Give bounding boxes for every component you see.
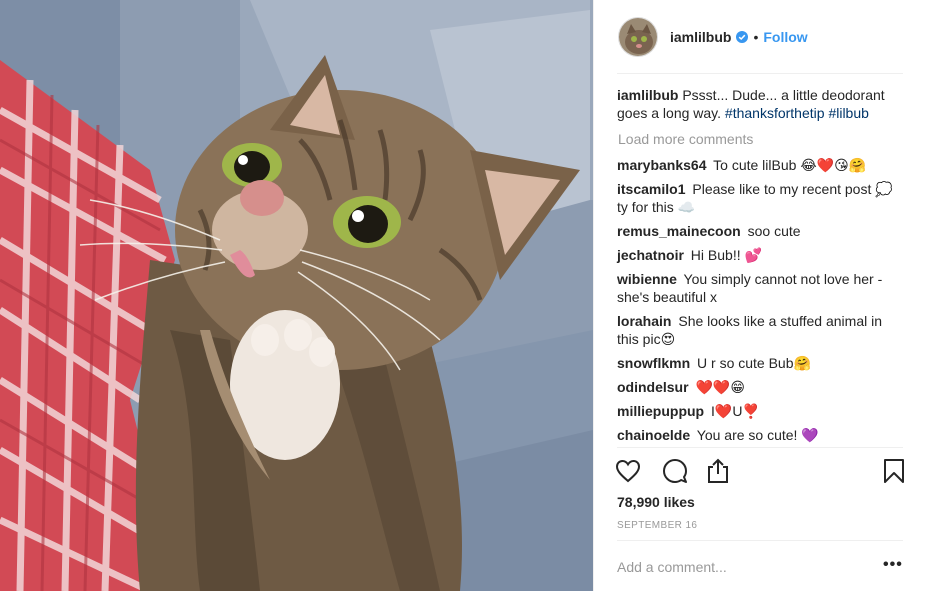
share-button[interactable]: [703, 456, 733, 486]
caption-username[interactable]: iamlilbub: [617, 87, 678, 103]
comment-username[interactable]: wibienne: [617, 271, 677, 287]
comments-section: iamlilbub Pssst... Dude... a little deod…: [617, 86, 907, 450]
post-photo[interactable]: [0, 0, 593, 591]
post-header: iamlilbub • Follow: [594, 0, 925, 73]
comment-item: lorahain She looks like a stuffed animal…: [617, 312, 907, 348]
save-button[interactable]: [879, 456, 909, 486]
avatar[interactable]: [618, 16, 658, 57]
comment-username[interactable]: remus_mainecoon: [617, 223, 741, 239]
actions-divider: [617, 447, 903, 448]
comment-button[interactable]: [660, 456, 690, 486]
post-caption: iamlilbub Pssst... Dude... a little deod…: [617, 86, 907, 122]
comment-item: marybanks64 To cute lilBub 😂❤️😘🤗: [617, 156, 907, 174]
comment-text: Hi Bub!! 💕: [690, 247, 762, 263]
comment-item: milliepuppup I❤️U❣️: [617, 402, 907, 420]
follow-button[interactable]: Follow: [763, 29, 807, 45]
comment-text: ❤️❤️😁: [695, 379, 745, 395]
share-icon: [708, 458, 728, 483]
comment-item: jechatnoir Hi Bub!! 💕: [617, 246, 907, 264]
comment-username[interactable]: marybanks64: [617, 157, 707, 173]
like-button[interactable]: [613, 456, 643, 486]
separator-dot: •: [753, 28, 759, 45]
add-comment-divider: [617, 540, 903, 541]
comment-item: itscamilo1 Please like to my recent post…: [617, 180, 907, 216]
likes-count[interactable]: 78,990 likes: [617, 494, 695, 510]
comment-item: chainoelde You are so cute! 💜: [617, 426, 907, 444]
header-divider: [617, 73, 903, 74]
post-date[interactable]: SEPTEMBER 16: [617, 520, 697, 531]
comment-username[interactable]: snowflkmn: [617, 355, 690, 371]
comment-text: U r so cute Bub🤗: [697, 355, 811, 371]
comment-icon: [663, 459, 687, 483]
comment-item: odindelsur ❤️❤️😁: [617, 378, 907, 396]
comment-item: snowflkmn U r so cute Bub🤗: [617, 354, 907, 372]
comment-username[interactable]: odindelsur: [617, 379, 689, 395]
load-more-comments-button[interactable]: Load more comments: [618, 130, 907, 148]
more-options-icon[interactable]: •••: [883, 557, 903, 573]
comment-item: remus_mainecoon soo cute: [617, 222, 907, 240]
comment-username[interactable]: chainoelde: [617, 427, 690, 443]
cat-photo-illustration: [0, 0, 593, 591]
comment-item: wibienne You simply cannot not love her …: [617, 270, 907, 306]
hashtag-link[interactable]: #lilbub: [828, 105, 868, 121]
comment-username[interactable]: lorahain: [617, 313, 671, 329]
heart-icon: [615, 459, 641, 483]
comment-username[interactable]: milliepuppup: [617, 403, 704, 419]
comment-text: I❤️U❣️: [711, 403, 760, 419]
bookmark-icon: [884, 459, 904, 483]
verified-badge-icon: [736, 30, 749, 43]
comment-text: soo cute: [747, 223, 801, 239]
post-username[interactable]: iamlilbub: [670, 29, 731, 45]
hashtag-link[interactable]: #thanksforthetip: [725, 105, 825, 121]
comment-text: You are so cute! 💜: [696, 427, 819, 443]
comment-text: To cute lilBub 😂❤️😘🤗: [713, 157, 867, 173]
action-bar: [613, 456, 909, 488]
add-comment-input[interactable]: [617, 555, 867, 579]
comment-username[interactable]: itscamilo1: [617, 181, 685, 197]
comment-username[interactable]: jechatnoir: [617, 247, 684, 263]
avatar-image: [619, 17, 657, 56]
